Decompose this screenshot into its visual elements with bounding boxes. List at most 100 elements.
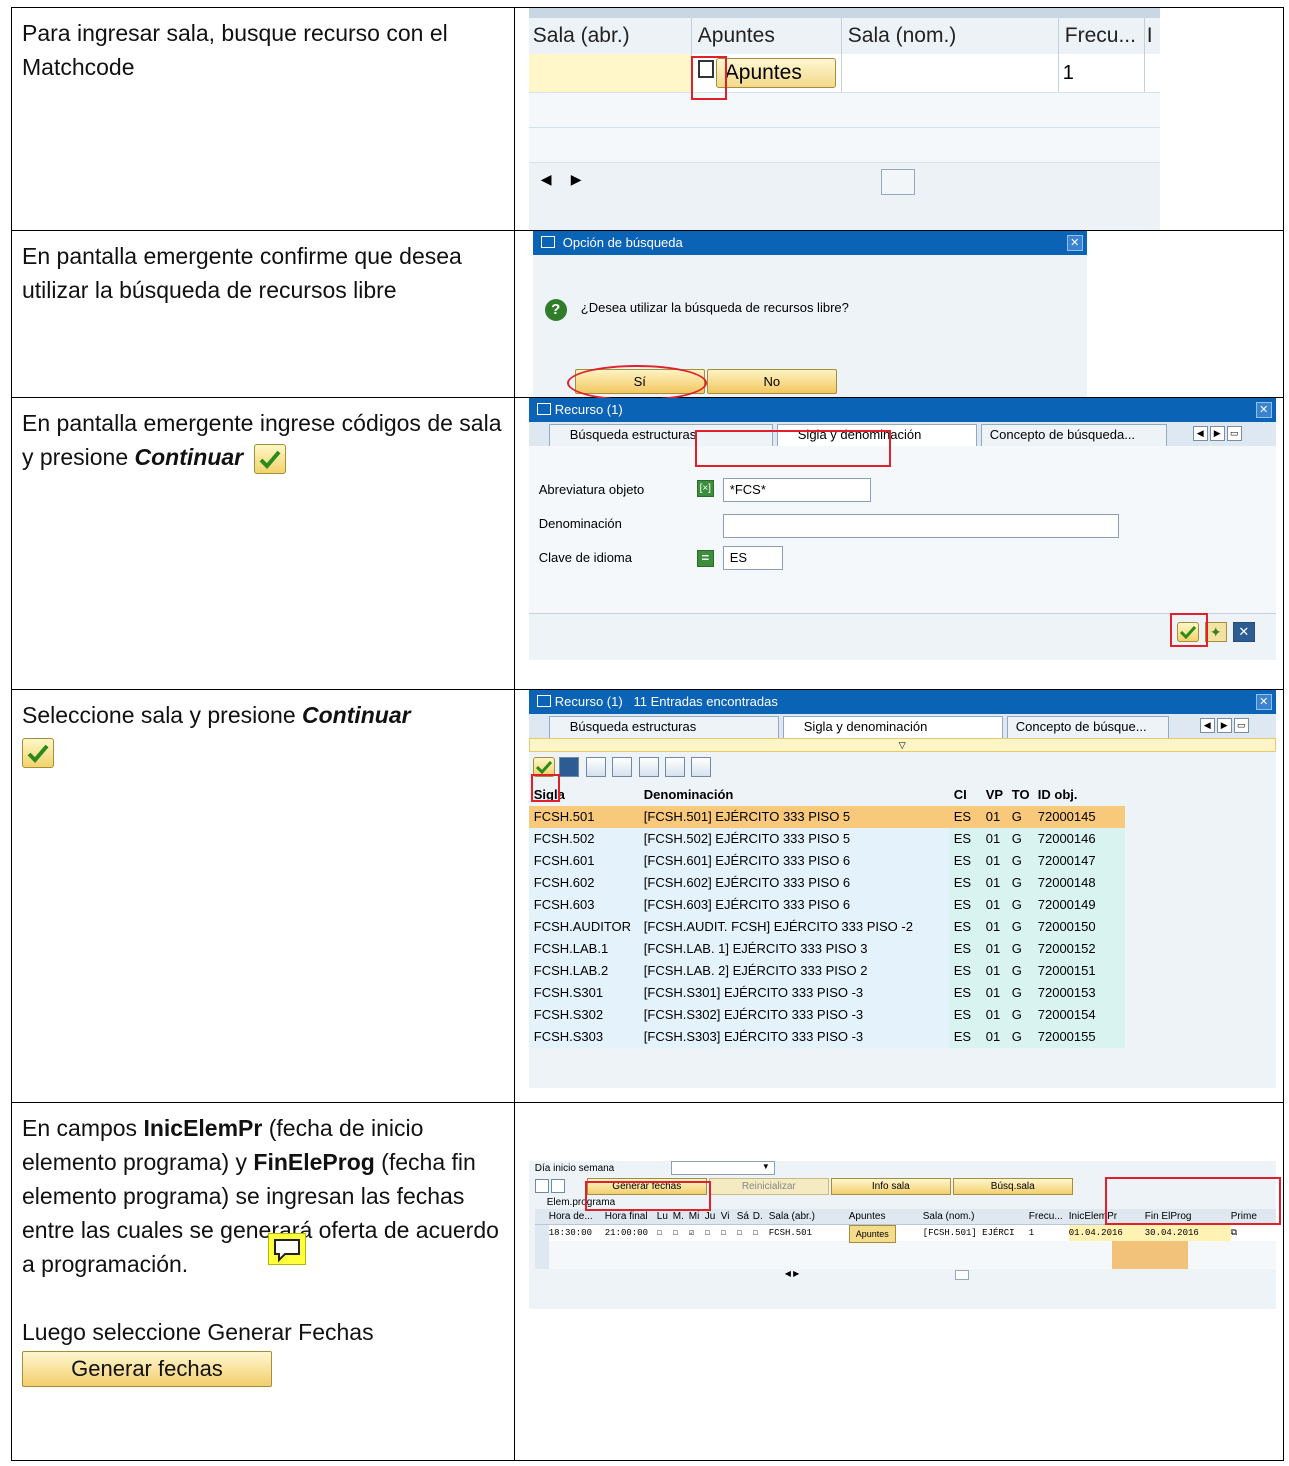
- sort-icon[interactable]: [638, 757, 659, 777]
- delete-row-icon[interactable]: [550, 1179, 565, 1193]
- table-row[interactable]: FCSH.S303 [FCSH.S303] EJÉRCITO 333 PISO -…: [528, 1026, 1125, 1048]
- results-list: Sigla Denominación CI VP TO ID obj. FCSH…: [528, 784, 1125, 1048]
- table-row[interactable]: FCSH.AUDITOR [FCSH.AUDIT. FCSH] EJÉRCITO …: [528, 916, 1125, 938]
- table-row[interactable]: FCSH.LAB.1 [FCSH.LAB. 1] EJÉRCITO 333 PIS…: [528, 938, 1125, 960]
- no-button[interactable]: No: [706, 369, 837, 394]
- table-row: En campos InicElemPr (fecha de inicio el…: [11, 1102, 1285, 1461]
- dialog-titlebar: Recurso (1) ✕: [528, 398, 1276, 422]
- table-row[interactable]: FCSH.S301 [FCSH.S301] EJÉRCITO 333 PISO -…: [528, 982, 1125, 1004]
- instruction-text: Seleccione sala y presione: [22, 702, 302, 728]
- col-header: ID obj.: [1032, 784, 1125, 806]
- col-header: Vi: [720, 1211, 730, 1222]
- table-row[interactable]: FCSH.603 [FCSH.603] EJÉRCITO 333 PISO 6 ES…: [528, 894, 1125, 916]
- frecuencia-cell: 1: [1059, 54, 1145, 92]
- scroll-left-icon[interactable]: ◀: [541, 171, 552, 188]
- field-label: Clave de idioma: [538, 550, 632, 565]
- window-icon: [536, 403, 551, 415]
- abreviatura-input[interactable]: *FCS*: [722, 478, 871, 502]
- table-row[interactable]: FCSH.602 [FCSH.602] EJÉRCITO 333 PISO 6 ES…: [528, 872, 1125, 894]
- tab-list-icon[interactable]: ▭: [1226, 426, 1242, 441]
- cancel-icon[interactable]: [559, 757, 580, 777]
- matchcode-icon[interactable]: ⧉: [1231, 1225, 1257, 1241]
- table-row: En pantalla emergente confirme que desea…: [11, 230, 1285, 401]
- equal-icon[interactable]: =: [696, 550, 714, 567]
- scroll-right-icon[interactable]: ▶: [571, 171, 582, 188]
- find-next-icon[interactable]: [612, 757, 633, 777]
- tab-busqueda-estructuras[interactable]: Búsqueda estructuras: [548, 716, 779, 738]
- idioma-input[interactable]: ES: [722, 546, 783, 570]
- sala-abr-cell[interactable]: [528, 54, 692, 92]
- insert-row-icon[interactable]: [534, 1179, 549, 1193]
- denominacion-input[interactable]: [722, 514, 1119, 538]
- field-label: Denominación: [538, 516, 622, 531]
- table-row[interactable]: FCSH.601 [FCSH.601] EJÉRCITO 333 PISO 6 ES…: [528, 850, 1125, 872]
- print-icon[interactable]: [691, 757, 712, 777]
- scrollbar-thumb[interactable]: [880, 169, 915, 195]
- col-header: Ju: [704, 1211, 716, 1222]
- tab-prev-icon[interactable]: ◀: [1192, 426, 1208, 441]
- scroll-arrows-icon[interactable]: ◀ ▶: [785, 1269, 800, 1278]
- continue-icon: [22, 737, 54, 768]
- entries-found: 11 Entradas encontradas: [633, 694, 778, 709]
- highlight-box: [1169, 613, 1208, 647]
- info-icon[interactable]: [665, 757, 686, 777]
- select-options-icon[interactable]: [×]: [696, 480, 714, 497]
- instruction-text: En pantalla emergente confirme que desea…: [22, 243, 462, 303]
- inicio-input[interactable]: 01.04.2016: [1068, 1225, 1145, 1241]
- tab-concepto-busqueda[interactable]: Concepto de búsque...: [1006, 716, 1169, 738]
- table-row[interactable]: FCSH.LAB.2 [FCSH.LAB. 2] EJÉRCITO 333 PIS…: [528, 960, 1125, 982]
- table-row: Seleccione sala y presione Continuar Rec…: [11, 689, 1285, 1103]
- col-header: Lu: [656, 1211, 668, 1222]
- dialog-titlebar: Opción de búsqueda ✕: [532, 231, 1087, 255]
- tab-list-icon[interactable]: ▭: [1233, 718, 1249, 733]
- tab-sigla-denominacion[interactable]: Sigla y denominación: [782, 716, 1003, 738]
- col-header: TO: [1006, 784, 1033, 806]
- tab-next-icon[interactable]: ▶: [1216, 718, 1232, 733]
- table-row[interactable]: FCSH.502 [FCSH.502] EJÉRCITO 333 PISO 5 ES…: [528, 828, 1125, 850]
- day-select[interactable]: ▼: [670, 1161, 775, 1175]
- info-sala-button[interactable]: Info sala: [830, 1178, 951, 1195]
- table-row[interactable]: 18:30:00 21:00:00 ☐ ☐ ☑ ☐ ☐ ☐ ☐ FCSH.501 Apunt…: [534, 1225, 1276, 1243]
- cancel-icon[interactable]: ✕: [1232, 622, 1255, 642]
- continuar-label: Continuar: [302, 702, 411, 728]
- col-header: VP: [980, 784, 1007, 806]
- dialog-title: Recurso (1): [554, 694, 623, 709]
- col-header: Sala (abr.): [529, 18, 692, 54]
- fineleprog-label: FinEleProg: [253, 1149, 375, 1175]
- inicelempr-label: InicElemPr: [143, 1115, 263, 1141]
- close-icon[interactable]: ✕: [1255, 694, 1272, 710]
- fin-input[interactable]: 30.04.2016: [1144, 1225, 1231, 1241]
- reinicializar-button[interactable]: Reinicializar: [708, 1178, 829, 1195]
- sap-grid-screenshot: Sala (abr.) Apuntes Sala (nom.) Frecu...…: [528, 8, 1160, 230]
- close-icon[interactable]: ✕: [1066, 235, 1083, 251]
- col-header: Sala (abr.): [768, 1211, 815, 1222]
- find-icon[interactable]: [585, 757, 606, 777]
- table-row[interactable]: FCSH.501 [FCSH.501] EJÉRCITO 333 PISO 5 ES…: [528, 806, 1125, 828]
- collapse-bar[interactable]: ▽: [528, 738, 1276, 752]
- resource-dialog: Recurso (1) ✕ Búsqueda estructuras Sigla …: [528, 398, 1276, 660]
- screenshot-cell: Sala (abr.) Apuntes Sala (nom.) Frecu...…: [513, 7, 1285, 231]
- result-toolbar: [529, 752, 1276, 784]
- highlight-box: [694, 430, 891, 467]
- close-icon[interactable]: ✕: [1255, 402, 1272, 418]
- col-header: Apuntes: [848, 1211, 886, 1222]
- instruction-text: Para ingresar sala, busque recurso con e…: [22, 20, 448, 80]
- field-label: Abreviatura objeto: [538, 482, 645, 497]
- col-header: CI: [948, 784, 981, 806]
- help-icon: ?: [544, 299, 567, 321]
- apuntes-button[interactable]: Apuntes: [715, 58, 836, 88]
- dialog-titlebar: Recurso (1) 11 Entradas encontradas ✕: [528, 690, 1276, 714]
- tab-prev-icon[interactable]: ◀: [1199, 718, 1215, 733]
- tab-next-icon[interactable]: ▶: [1209, 426, 1225, 441]
- form-panel: Abreviatura objeto [×] *FCS* Denominació…: [528, 446, 1276, 614]
- day-label: Día inicio semana: [534, 1163, 615, 1174]
- new-search-icon[interactable]: ✦: [1204, 622, 1227, 642]
- busq-sala-button[interactable]: Búsq.sala: [952, 1178, 1073, 1195]
- continuar-label: Continuar: [134, 444, 244, 470]
- highlight-box: [1104, 1177, 1281, 1225]
- dialog-question: ¿Desea utilizar la búsqueda de recursos …: [580, 300, 849, 315]
- table-row[interactable]: FCSH.S302 [FCSH.S302] EJÉRCITO 333 PISO -…: [528, 1004, 1125, 1026]
- scrollbar-thumb[interactable]: [954, 1270, 969, 1280]
- comment-icon[interactable]: [268, 1233, 306, 1265]
- tab-concepto-busqueda[interactable]: Concepto de búsqueda...: [980, 424, 1167, 446]
